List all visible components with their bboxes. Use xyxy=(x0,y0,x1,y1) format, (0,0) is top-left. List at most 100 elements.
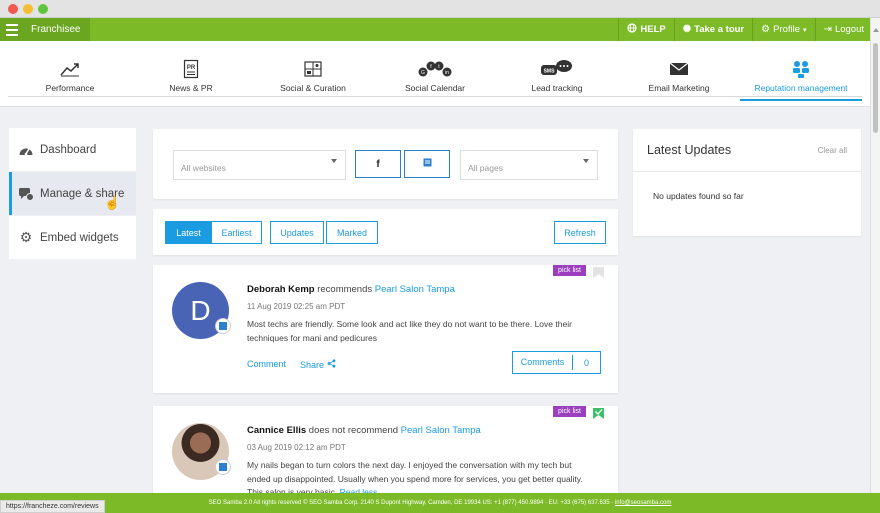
tab-updates[interactable]: Updates xyxy=(270,221,324,244)
module-performance[interactable]: Performance xyxy=(9,41,131,101)
curation-icon xyxy=(303,59,323,79)
top-actions: HELP ✺ Take a tour ⚙ Profile ▾ ⇥ Logout xyxy=(618,18,872,41)
module-email-marketing[interactable]: Email Marketing xyxy=(618,41,740,101)
footer-text: SEO Samba 2.0 All rights reserved © SEO … xyxy=(208,500,614,506)
pages-select[interactable]: All pages xyxy=(460,150,598,180)
chevron-down-icon xyxy=(331,159,337,163)
logout-label: Logout xyxy=(834,24,864,35)
clear-all-link[interactable]: Clear all xyxy=(818,146,847,155)
pick-list-badge[interactable]: pick list xyxy=(553,406,586,417)
help-label: HELP xyxy=(640,24,666,35)
menu-item-dashboard[interactable]: Dashboard xyxy=(9,128,136,171)
pick-list-badge[interactable]: pick list xyxy=(553,265,586,276)
menu-item-manage-share[interactable]: Manage & share ☝ xyxy=(9,172,136,215)
facebook-filter-button[interactable]: f xyxy=(355,150,401,178)
review-tabs: Latest Earliest Updates Marked Refresh xyxy=(153,209,618,255)
module-lead-tracking[interactable]: SMS Lead tracking xyxy=(496,41,618,101)
comment-link[interactable]: Comment xyxy=(247,359,286,369)
social-networks-icon: Gf t in xyxy=(417,59,453,79)
envelope-icon xyxy=(669,59,689,79)
websites-select-value: All websites xyxy=(181,163,226,173)
site-filter-button[interactable] xyxy=(404,150,450,178)
website-icon xyxy=(215,318,231,334)
reputation-icon xyxy=(791,59,811,79)
latest-updates-title: Latest Updates xyxy=(647,143,732,157)
scroll-thumb[interactable] xyxy=(873,43,878,133)
menu-item-label: Dashboard xyxy=(40,143,97,156)
footer-email-link[interactable]: info@seosamba.com xyxy=(615,500,671,506)
tab-latest[interactable]: Latest xyxy=(165,221,212,244)
status-url: https://francheze.com/reviews xyxy=(0,500,105,513)
logout-button[interactable]: ⇥ Logout xyxy=(814,18,872,41)
module-label: Performance xyxy=(45,83,95,93)
review-business-link[interactable]: Pearl Salon Tampa xyxy=(401,425,481,436)
manage-icon xyxy=(18,186,34,202)
top-bar: Franchisee HELP ✺ Take a tour ⚙ Profile … xyxy=(0,18,880,41)
review-card: pick list D Deborah Kemp recommends Pear… xyxy=(153,265,618,393)
svg-text:PR: PR xyxy=(187,65,196,71)
websites-select[interactable]: All websites xyxy=(173,150,346,180)
sparkle-icon: ✺ xyxy=(682,24,692,35)
review-business-link[interactable]: Pearl Salon Tampa xyxy=(375,284,455,295)
left-menu: Dashboard Manage & share ☝ ⚙ Embed widge… xyxy=(9,128,136,260)
profile-button[interactable]: ⚙ Profile ▾ xyxy=(752,18,814,41)
hamburger-menu-icon[interactable] xyxy=(0,18,23,41)
comments-count: 0 xyxy=(583,357,589,368)
page-scrollbar[interactable] xyxy=(870,18,880,493)
comments-button[interactable]: Comments 0 xyxy=(512,351,601,374)
module-label: Lead tracking xyxy=(531,83,583,93)
review-header: Deborah Kemp recommends Pearl Salon Tamp… xyxy=(247,284,455,295)
module-nav: Performance PR News & PR Social & Curati… xyxy=(0,41,870,107)
brand-arrow xyxy=(82,18,90,40)
filter-bar: All websites f All pages xyxy=(153,129,618,199)
divider xyxy=(633,171,861,172)
module-label: Social Calendar xyxy=(404,83,465,93)
review-date: 11 Aug 2019 02:25 am PDT xyxy=(247,302,346,311)
bookmark-icon[interactable] xyxy=(593,265,604,278)
svg-text:in: in xyxy=(445,70,449,76)
svg-text:G: G xyxy=(421,70,425,76)
refresh-button[interactable]: Refresh xyxy=(554,221,606,244)
menu-item-embed-widgets[interactable]: ⚙ Embed widgets xyxy=(9,216,136,259)
share-link[interactable]: Share xyxy=(300,359,336,370)
brand-label: Franchisee xyxy=(23,18,91,41)
window-titlebar xyxy=(0,0,880,18)
review-verb: recommends xyxy=(317,284,373,295)
review-text-body: My nails began to turn colors the next d… xyxy=(247,460,583,497)
scroll-up-icon[interactable] xyxy=(873,28,879,32)
website-icon xyxy=(215,459,231,475)
comments-label: Comments xyxy=(513,355,573,370)
help-button[interactable]: HELP xyxy=(618,18,673,41)
trend-line-icon xyxy=(59,59,81,79)
footer: SEO Samba 2.0 All rights reserved © SEO … xyxy=(0,493,880,513)
module-label: Reputation management xyxy=(754,83,848,93)
bookmark-checked-icon[interactable] xyxy=(593,406,604,419)
review-text: Most techs are friendly. Some look and a… xyxy=(247,319,572,343)
logout-icon: ⇥ xyxy=(823,24,832,35)
module-reputation-management[interactable]: Reputation management xyxy=(740,41,862,101)
chevron-down-icon: ▾ xyxy=(803,26,807,34)
review-date: 03 Aug 2019 02:12 am PDT xyxy=(247,443,346,452)
minimize-window-button[interactable] xyxy=(23,4,33,14)
menu-item-label: Embed widgets xyxy=(40,231,119,244)
module-news-pr[interactable]: PR News & PR xyxy=(130,41,252,101)
review-verb: does not recommend xyxy=(308,425,399,436)
maximize-window-button[interactable] xyxy=(38,4,48,14)
share-icon xyxy=(327,359,336,370)
close-window-button[interactable] xyxy=(8,4,18,14)
module-social-calendar[interactable]: Gf t in Social Calendar xyxy=(374,41,496,101)
review-author[interactable]: Cannice Ellis xyxy=(247,425,306,436)
tab-marked[interactable]: Marked xyxy=(326,221,378,244)
sms-bubble-icon: SMS xyxy=(540,59,574,79)
module-label: News & PR xyxy=(169,83,213,93)
chevron-down-icon xyxy=(583,159,589,163)
review-author[interactable]: Deborah Kemp xyxy=(247,284,315,295)
module-social-curation[interactable]: Social & Curation xyxy=(252,41,374,101)
module-label: Email Marketing xyxy=(648,83,710,93)
module-label: Social & Curation xyxy=(280,83,346,93)
tab-earliest[interactable]: Earliest xyxy=(211,221,262,244)
gauge-icon xyxy=(18,142,34,158)
take-tour-button[interactable]: ✺ Take a tour xyxy=(673,18,752,41)
share-label: Share xyxy=(300,360,325,370)
website-icon xyxy=(423,158,432,170)
